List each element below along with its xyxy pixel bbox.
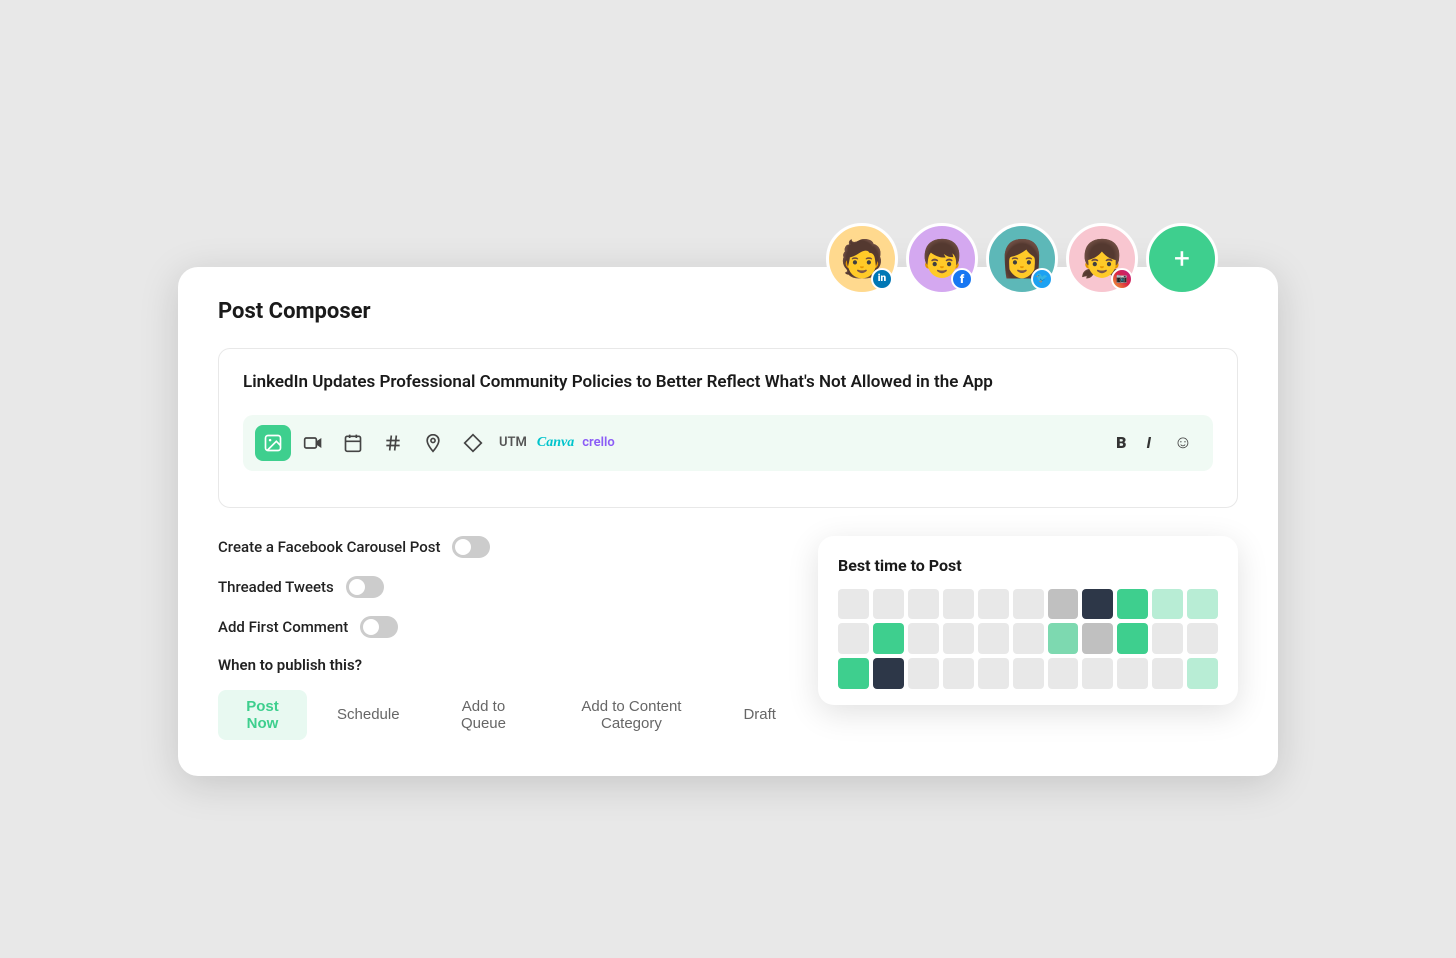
heat-cell: [1082, 589, 1113, 620]
heat-cell: [943, 623, 974, 654]
text-editor[interactable]: LinkedIn Updates Professional Community …: [218, 348, 1238, 508]
page-title: Post Composer: [218, 299, 1238, 324]
heat-cell: [978, 658, 1009, 689]
heat-cell: [1152, 658, 1183, 689]
heat-cell: [978, 623, 1009, 654]
options-section: Create a Facebook Carousel Post Threaded…: [218, 536, 1238, 740]
add-account-button[interactable]: +: [1146, 223, 1218, 295]
bold-button[interactable]: B: [1110, 429, 1132, 456]
heat-cell: [1152, 589, 1183, 620]
location-icon[interactable]: [415, 425, 451, 461]
heat-grid: [838, 589, 1218, 690]
twitter-badge: 🐦: [1031, 268, 1053, 290]
crello-button[interactable]: crello: [580, 425, 616, 461]
tab-post-now[interactable]: Post Now: [218, 690, 307, 740]
diamond-icon[interactable]: [455, 425, 491, 461]
avatar-twitter[interactable]: 👩 🐦: [986, 223, 1058, 295]
heat-cell: [1117, 658, 1148, 689]
publish-tabs: Post Now Schedule Add to Queue Add to Co…: [218, 690, 794, 740]
heat-cell: [1013, 658, 1044, 689]
emoji-button[interactable]: ☺: [1165, 425, 1201, 461]
threaded-tweets-toggle[interactable]: [346, 576, 384, 598]
threaded-tweets-row: Threaded Tweets: [218, 576, 794, 598]
heat-cell: [1048, 658, 1079, 689]
heat-cell: [1082, 658, 1113, 689]
heat-cell: [1013, 589, 1044, 620]
threaded-tweets-label: Threaded Tweets: [218, 578, 334, 596]
heat-cell: [1013, 623, 1044, 654]
carousel-label: Create a Facebook Carousel Post: [218, 538, 440, 556]
heat-cell: [838, 658, 869, 689]
editor-toolbar: UTM Canva crello B I ☺: [243, 415, 1213, 471]
heat-cell: [1187, 623, 1218, 654]
heat-cell: [873, 658, 904, 689]
heat-cell: [943, 589, 974, 620]
carousel-toggle[interactable]: [452, 536, 490, 558]
tab-schedule[interactable]: Schedule: [319, 698, 418, 731]
linkedin-badge: in: [871, 268, 893, 290]
composer-card: Post Composer LinkedIn Updates Professio…: [178, 267, 1278, 776]
tab-draft[interactable]: Draft: [725, 698, 794, 731]
avatar-linkedin[interactable]: 🧑 in: [826, 223, 898, 295]
heat-cell: [1117, 623, 1148, 654]
heat-cell: [1082, 623, 1113, 654]
image-icon[interactable]: [255, 425, 291, 461]
heat-cell: [1187, 658, 1218, 689]
toolbar-formatting: B I ☺: [1110, 425, 1201, 461]
heat-cell: [1187, 589, 1218, 620]
avatar-facebook[interactable]: 👦 f: [906, 223, 978, 295]
first-comment-row: Add First Comment: [218, 616, 794, 638]
heat-cell: [943, 658, 974, 689]
heat-cell: [1117, 589, 1148, 620]
avatar-instagram[interactable]: 👧 📷: [1066, 223, 1138, 295]
first-comment-label: Add First Comment: [218, 618, 348, 636]
left-options: Create a Facebook Carousel Post Threaded…: [218, 536, 794, 740]
heat-cell: [1048, 623, 1079, 654]
heat-cell: [838, 623, 869, 654]
canva-button[interactable]: Canva: [535, 425, 576, 461]
hashtag-icon[interactable]: [375, 425, 411, 461]
heat-cell: [908, 623, 939, 654]
utm-button[interactable]: UTM: [495, 425, 531, 461]
heat-cell: [873, 589, 904, 620]
heat-cell: [1152, 623, 1183, 654]
heat-cell: [908, 589, 939, 620]
facebook-badge: f: [951, 268, 973, 290]
video-icon[interactable]: [295, 425, 331, 461]
avatar-row: 🧑 in 👦 f 👩 🐦 👧 📷 +: [178, 223, 1278, 295]
tab-content-category[interactable]: Add to Content Category: [549, 690, 713, 740]
calendar-icon[interactable]: [335, 425, 371, 461]
heat-cell: [1048, 589, 1079, 620]
heat-cell: [908, 658, 939, 689]
best-time-card: Best time to Post: [818, 536, 1238, 706]
best-time-title: Best time to Post: [838, 556, 1218, 575]
tab-add-to-queue[interactable]: Add to Queue: [430, 690, 538, 740]
heat-cell: [838, 589, 869, 620]
heat-cell: [873, 623, 904, 654]
editor-content[interactable]: LinkedIn Updates Professional Community …: [243, 369, 1213, 395]
carousel-option-row: Create a Facebook Carousel Post: [218, 536, 794, 558]
heat-cell: [978, 589, 1009, 620]
italic-button[interactable]: I: [1140, 429, 1157, 456]
first-comment-toggle[interactable]: [360, 616, 398, 638]
when-publish-label: When to publish this?: [218, 656, 794, 674]
instagram-badge: 📷: [1111, 268, 1133, 290]
